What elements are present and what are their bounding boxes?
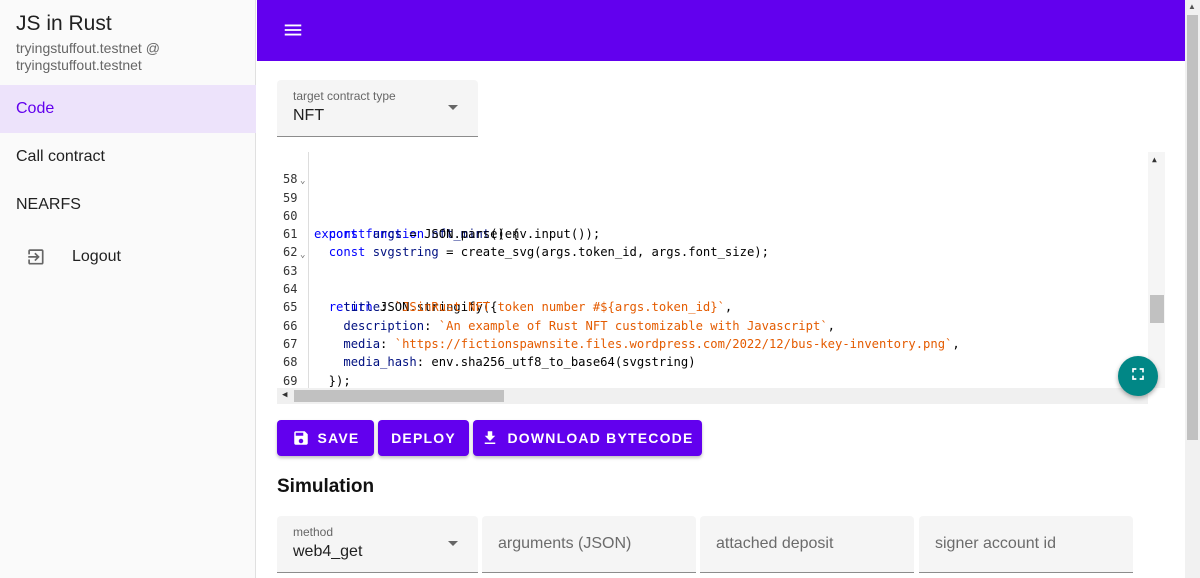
attached-deposit-field[interactable] [700, 516, 914, 573]
editor-vertical-scrollbar-thumb[interactable] [1150, 295, 1164, 323]
save-button-label: SAVE [317, 430, 360, 446]
nav-item-nearfs[interactable]: NEARFS [0, 181, 256, 229]
chevron-down-icon [448, 105, 458, 110]
code-line: 66 media: `https://fictionspawnsite.file… [277, 298, 1147, 351]
nav-item-label: Code [16, 100, 55, 117]
download-button-label: DOWNLOAD BYTECODE [507, 430, 694, 446]
save-button[interactable]: SAVE [277, 420, 374, 456]
menu-icon[interactable] [282, 19, 304, 41]
signer-account-input[interactable] [935, 535, 1115, 553]
save-icon [292, 429, 310, 447]
account-info: tryingstuffout.testnet @ tryingstuffout.… [16, 40, 246, 74]
download-bytecode-button[interactable]: DOWNLOAD BYTECODE [473, 420, 702, 456]
method-select[interactable]: method web4_get [277, 516, 478, 573]
page-scrollbar[interactable]: ▲ [1185, 0, 1200, 578]
deploy-button-label: DEPLOY [391, 430, 456, 446]
chevron-down-icon [448, 541, 458, 546]
code-line: 61 const svgstring = create_svg(args.tok… [277, 207, 1147, 259]
nav-item-label: NEARFS [16, 196, 81, 213]
scroll-up-arrow-icon[interactable]: ▲ [1188, 2, 1196, 11]
code-line: 63 ⌄ return JSON.stringify({ [277, 244, 1147, 315]
deploy-button[interactable]: DEPLOY [378, 420, 469, 456]
nav-item-code[interactable]: Code [0, 85, 256, 133]
code-line: 60 const args = JSON.parse(env.input()); [277, 189, 1147, 241]
arguments-input[interactable] [498, 535, 678, 553]
code-line: 62 [277, 225, 1147, 259]
page-scrollbar-thumb[interactable] [1187, 15, 1198, 440]
simulation-title: Simulation [277, 476, 375, 497]
fullscreen-button[interactable] [1118, 356, 1158, 396]
signer-account-field[interactable] [919, 516, 1133, 573]
nav-item-call-contract[interactable]: Call contract [0, 133, 256, 181]
sidebar: JS in Rust tryingstuffout.testnet @ tryi… [0, 0, 256, 578]
arguments-field[interactable] [482, 516, 696, 573]
editor-horizontal-scrollbar-thumb[interactable] [294, 390, 504, 402]
method-label: method [293, 525, 334, 539]
app-title: JS in Rust [16, 12, 112, 35]
scroll-left-arrow-icon[interactable]: ◀ [282, 390, 287, 400]
code-editor[interactable]: 58 59 ⌄ export function nft_mint() { 60 … [277, 152, 1165, 404]
code-line: 58 [277, 152, 1147, 186]
attached-deposit-input[interactable] [716, 535, 896, 553]
fullscreen-icon [1128, 364, 1148, 389]
code-line: 59 ⌄ export function nft_mint() { [277, 170, 1147, 241]
nav-item-logout[interactable]: Logout [0, 233, 256, 281]
contract-type-select[interactable]: target contract type NFT [277, 80, 478, 137]
account-line-1: tryingstuffout.testnet @ [16, 40, 160, 56]
contract-type-value: NFT [293, 107, 325, 124]
contract-type-label: target contract type [293, 89, 396, 103]
method-value: web4_get [293, 543, 363, 560]
logout-icon [24, 245, 64, 269]
code-line: 64 title: `JSinRust NFT token number #${… [277, 262, 1147, 314]
nav-item-label: Logout [72, 248, 121, 265]
scroll-up-arrow-icon[interactable]: ▲ [1152, 155, 1157, 164]
nav-item-label: Call contract [16, 148, 105, 165]
code-line: 67 media_hash: env.sha256_utf8_to_base64… [277, 317, 1147, 369]
top-app-bar [257, 0, 1185, 61]
editor-vertical-scrollbar[interactable]: ▲ [1148, 152, 1165, 388]
code-line: 69 } [277, 353, 1147, 404]
account-line-2: tryingstuffout.testnet [16, 57, 142, 73]
code-line: 68 }); [277, 335, 1147, 387]
code-line: 65 description: `An example of Rust NFT … [277, 280, 1147, 332]
download-icon [481, 429, 499, 447]
editor-horizontal-scrollbar[interactable]: ◀ [277, 388, 1148, 404]
